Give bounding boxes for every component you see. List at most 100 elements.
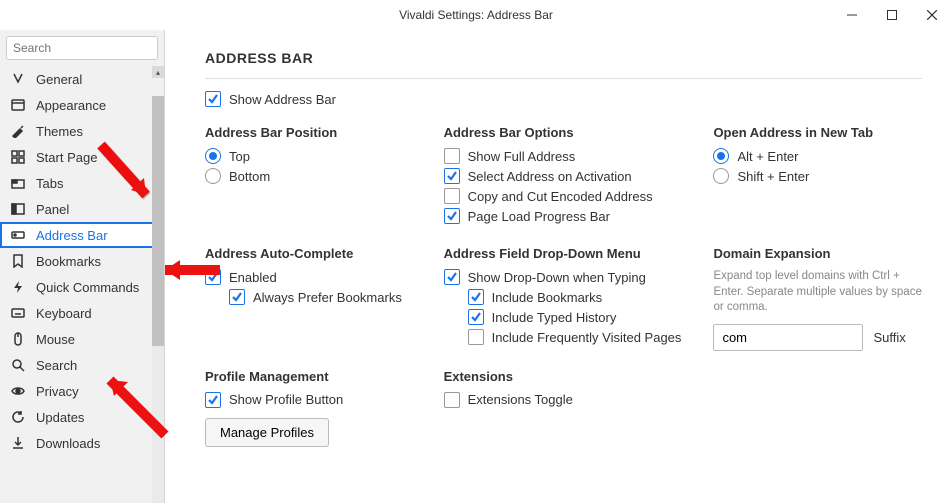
close-button[interactable] <box>912 0 952 30</box>
sidebar-item-label: Search <box>36 358 77 373</box>
sidebar-item-keyboard[interactable]: Keyboard <box>0 300 164 326</box>
autocomplete-enabled[interactable]: Enabled <box>205 269 414 285</box>
col-newtab: Open Address in New Tab Alt + Enter Shif… <box>713 125 922 228</box>
checkbox[interactable] <box>205 392 221 408</box>
sidebar-item-search[interactable]: Search <box>0 352 164 378</box>
position-bottom-row[interactable]: Bottom <box>205 168 414 184</box>
scroll-up-arrow[interactable]: ▴ <box>152 66 164 78</box>
sidebar-item-label: General <box>36 72 82 87</box>
radio-bottom-label: Bottom <box>229 169 270 184</box>
opt-progress-bar[interactable]: Page Load Progress Bar <box>444 208 684 224</box>
label: Enabled <box>229 270 277 285</box>
newtab-shift[interactable]: Shift + Enter <box>713 168 922 184</box>
col-spacer <box>713 369 922 447</box>
checkbox[interactable] <box>444 148 460 164</box>
sidebar-item-start-page[interactable]: Start Page <box>0 144 164 170</box>
sidebar-item-downloads[interactable]: Downloads <box>0 430 164 456</box>
radio-alt-enter[interactable] <box>713 148 729 164</box>
checkbox[interactable] <box>444 392 460 408</box>
sidebar-item-quick-commands[interactable]: Quick Commands <box>0 274 164 300</box>
show-address-bar-row[interactable]: Show Address Bar <box>205 91 922 107</box>
checkbox[interactable] <box>444 168 460 184</box>
sidebar-item-label: Panel <box>36 202 69 217</box>
checkbox[interactable] <box>229 289 245 305</box>
domain-title: Domain Expansion <box>713 246 922 261</box>
suffix-label: Suffix <box>873 330 905 345</box>
checkbox[interactable] <box>205 269 221 285</box>
manage-profiles-button[interactable]: Manage Profiles <box>205 418 329 447</box>
maximize-button[interactable] <box>872 0 912 30</box>
label: Include Frequently Visited Pages <box>492 330 682 345</box>
dropdown-bookmarks[interactable]: Include Bookmarks <box>468 289 684 305</box>
checkbox[interactable] <box>444 188 460 204</box>
checkbox[interactable] <box>444 269 460 285</box>
scrollbar-track[interactable] <box>152 96 164 503</box>
label: Extensions Toggle <box>468 392 573 407</box>
sidebar-item-address-bar[interactable]: Address Bar <box>0 222 164 248</box>
autocomplete-prefer[interactable]: Always Prefer Bookmarks <box>229 289 414 305</box>
show-address-bar-label: Show Address Bar <box>229 92 336 107</box>
profile-show-button[interactable]: Show Profile Button <box>205 392 414 408</box>
sidebar-item-tabs[interactable]: Tabs <box>0 170 164 196</box>
sidebar-item-label: Start Page <box>36 150 97 165</box>
dropdown-typed[interactable]: Include Typed History <box>468 309 684 325</box>
sidebar-item-panel[interactable]: Panel <box>0 196 164 222</box>
checkbox[interactable] <box>444 208 460 224</box>
opt-select-on-activation[interactable]: Select Address on Activation <box>444 168 684 184</box>
main-content: ADDRESS BAR Show Address Bar Address Bar… <box>165 30 952 503</box>
checkbox[interactable] <box>468 309 484 325</box>
label: Alt + Enter <box>737 149 798 164</box>
sidebar-item-bookmarks[interactable]: Bookmarks <box>0 248 164 274</box>
download-icon <box>10 435 26 451</box>
label: Show Full Address <box>468 149 576 164</box>
col-position: Address Bar Position Top Bottom <box>205 125 414 228</box>
label: Select Address on Activation <box>468 169 632 184</box>
page-heading: ADDRESS BAR <box>205 50 922 66</box>
sidebar-item-mouse[interactable]: Mouse <box>0 326 164 352</box>
extensions-toggle[interactable]: Extensions Toggle <box>444 392 684 408</box>
sidebar-item-privacy[interactable]: Privacy <box>0 378 164 404</box>
profile-title: Profile Management <box>205 369 414 384</box>
opt-copy-encoded[interactable]: Copy and Cut Encoded Address <box>444 188 684 204</box>
checkbox[interactable] <box>468 289 484 305</box>
suffix-input[interactable] <box>713 324 863 351</box>
radio-shift-enter[interactable] <box>713 168 729 184</box>
label: Shift + Enter <box>737 169 809 184</box>
checkbox[interactable] <box>468 329 484 345</box>
suffix-row: Suffix <box>713 324 922 351</box>
sidebar-item-updates[interactable]: Updates <box>0 404 164 430</box>
position-top-row[interactable]: Top <box>205 148 414 164</box>
eye-icon <box>10 383 26 399</box>
sidebar-item-general[interactable]: General <box>0 66 164 92</box>
window-title: Vivaldi Settings: Address Bar <box>399 8 553 22</box>
sidebar-item-label: Appearance <box>36 98 106 113</box>
label: Page Load Progress Bar <box>468 209 610 224</box>
radio-bottom[interactable] <box>205 168 221 184</box>
window-controls <box>832 0 952 30</box>
dropdown-show[interactable]: Show Drop-Down when Typing <box>444 269 684 285</box>
scrollbar-thumb[interactable] <box>152 96 164 346</box>
address-bar-icon <box>10 227 26 243</box>
col-profile: Profile Management Show Profile Button M… <box>205 369 414 447</box>
minimize-button[interactable] <box>832 0 872 30</box>
opt-full-address[interactable]: Show Full Address <box>444 148 684 164</box>
window-icon <box>10 97 26 113</box>
newtab-alt[interactable]: Alt + Enter <box>713 148 922 164</box>
show-address-bar-checkbox[interactable] <box>205 91 221 107</box>
sidebar-item-themes[interactable]: Themes <box>0 118 164 144</box>
divider <box>205 78 922 79</box>
bookmark-icon <box>10 253 26 269</box>
refresh-icon <box>10 409 26 425</box>
col-options: Address Bar Options Show Full Address Se… <box>444 125 684 228</box>
sidebar-item-appearance[interactable]: Appearance <box>0 92 164 118</box>
autocomplete-title: Address Auto-Complete <box>205 246 414 261</box>
grid-icon <box>10 149 26 165</box>
panel-icon <box>10 201 26 217</box>
search-icon <box>10 357 26 373</box>
dropdown-freq[interactable]: Include Frequently Visited Pages <box>468 329 684 345</box>
label: Include Typed History <box>492 310 617 325</box>
label: Always Prefer Bookmarks <box>253 290 402 305</box>
search-input[interactable] <box>6 36 158 60</box>
radio-top[interactable] <box>205 148 221 164</box>
extensions-title: Extensions <box>444 369 684 384</box>
